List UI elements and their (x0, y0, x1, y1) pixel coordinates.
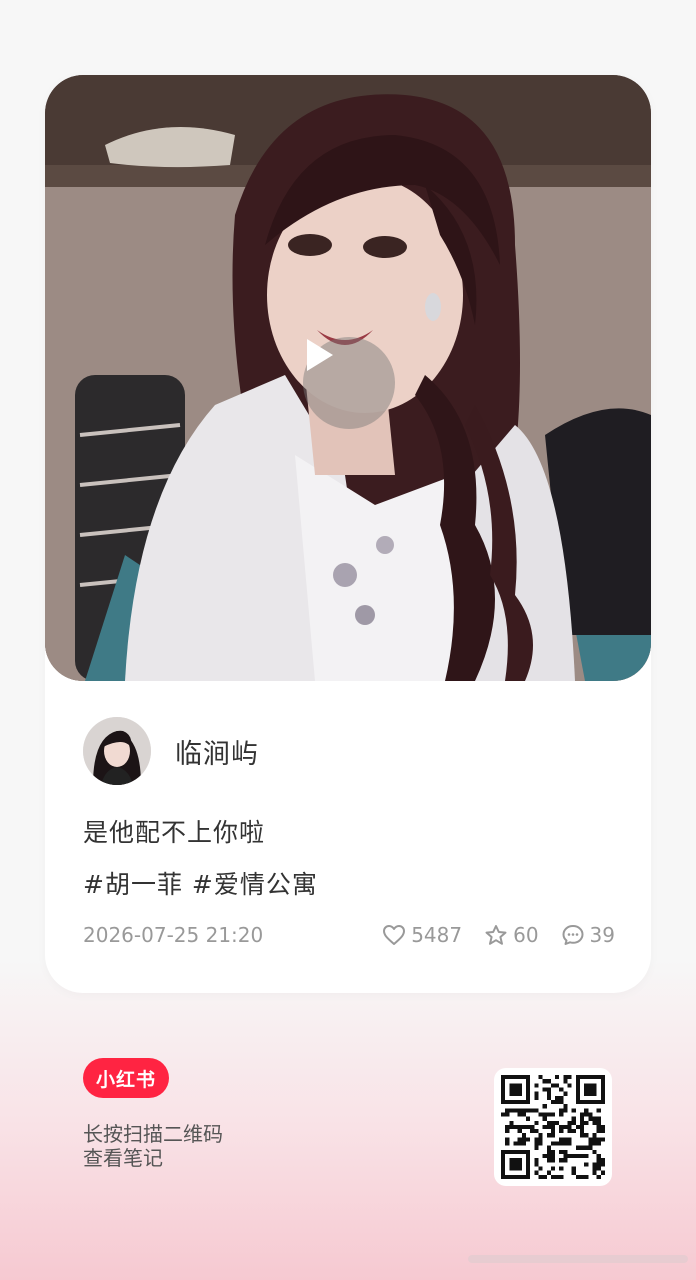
comment-count: 39 (589, 923, 615, 947)
note-card[interactable]: 临涧屿 是他配不上你啦 #胡一菲 #爱情公寓 2026-07-25 21:20 … (45, 75, 651, 993)
heart-icon (383, 925, 406, 945)
post-title: 是他配不上你啦 (83, 818, 266, 847)
qr-code-image (500, 1075, 605, 1179)
author-name[interactable]: 临涧屿 (175, 732, 259, 771)
video-cover[interactable] (45, 75, 651, 681)
like-stat[interactable]: 5487 (382, 923, 462, 947)
avatar-image (83, 717, 151, 785)
scan-hint-line2: 查看笔记 (83, 1146, 163, 1170)
post-tags[interactable]: #胡一菲 #爱情公寓 (83, 865, 318, 901)
comment-stat[interactable]: 39 (561, 923, 615, 947)
play-button[interactable] (303, 337, 395, 429)
scan-hint: 长按扫描二维码 查看笔记 (83, 1122, 223, 1170)
author-row[interactable]: 临涧屿 (83, 717, 259, 785)
scan-hint-line1: 长按扫描二维码 (83, 1122, 223, 1146)
collect-count: 60 (513, 923, 539, 947)
play-icon (307, 339, 333, 371)
home-indicator (468, 1255, 688, 1263)
collect-stat[interactable]: 60 (484, 923, 539, 947)
avatar[interactable] (83, 717, 151, 785)
like-count: 5487 (411, 923, 463, 947)
post-meta: 2026-07-25 21:20 5487 60 39 (83, 923, 615, 947)
post-date: 2026-07-25 21:20 (83, 923, 264, 947)
qr-code[interactable] (494, 1068, 612, 1186)
comment-icon (562, 925, 584, 945)
star-icon (485, 925, 507, 945)
xiaohongshu-logo: 小红书 (83, 1058, 169, 1098)
